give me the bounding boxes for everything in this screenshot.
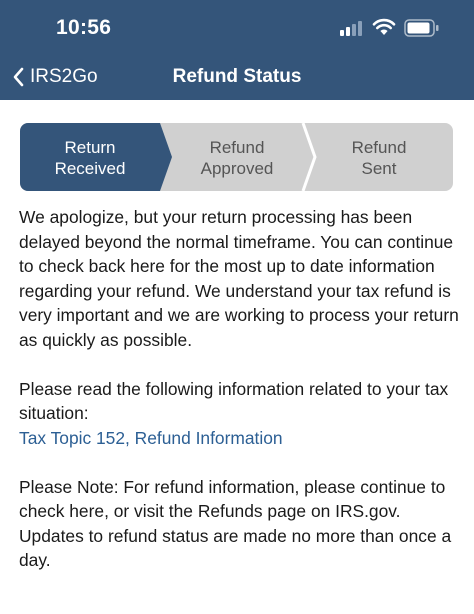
cellular-signal-icon [340, 20, 366, 36]
delay-message: We apologize, but your return processing… [19, 207, 459, 350]
step-refund-approved: Refund Approved [170, 137, 304, 181]
refund-progress-tracker: Return Received Refund Approved Refund S… [20, 123, 453, 191]
battery-icon [404, 19, 439, 37]
step-return-received: Return Received [20, 137, 160, 181]
step-return-received-line2: Received [54, 159, 126, 178]
refund-note: Please Note: For refund information, ple… [19, 476, 452, 571]
tax-situation-info: Please read the following information re… [19, 377, 459, 451]
status-time: 10:56 [56, 16, 112, 39]
page-title: Refund Status [172, 66, 302, 87]
step-refund-sent: Refund Sent [310, 137, 448, 181]
step-return-received-line1: Return [64, 138, 116, 157]
step-refund-approved-line2: Approved [200, 159, 274, 178]
tax-situation-text: Please read the following information re… [19, 378, 449, 424]
tax-topic-152-link[interactable]: Tax Topic 152, Refund Information [19, 426, 459, 451]
step-refund-sent-line2: Sent [361, 159, 397, 178]
step-refund-sent-line1: Refund [351, 138, 407, 157]
step-refund-approved-line1: Refund [209, 138, 265, 157]
status-message: We apologize, but your return processing… [19, 205, 459, 597]
status-bar: 10:56 [0, 0, 474, 56]
navigation-bar: IRS2Go Refund Status [0, 56, 474, 100]
app-header: 10:56 IRS2Go Refund Status [0, 0, 474, 100]
wifi-icon [372, 18, 396, 35]
